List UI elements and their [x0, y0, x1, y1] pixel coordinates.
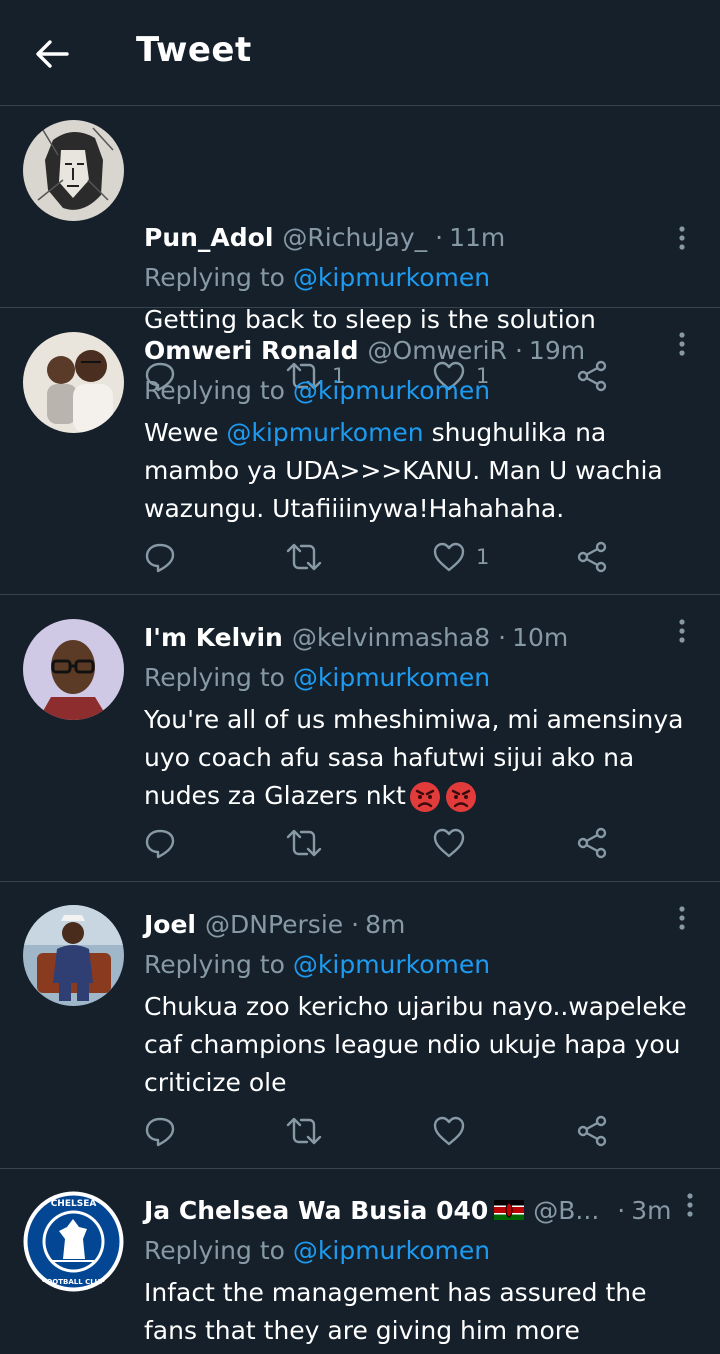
replying-to: Replying to @kipmurkomen — [144, 370, 700, 412]
kenya-flag-icon — [494, 1200, 525, 1220]
replying-to: Replying to @kipmurkomen — [144, 944, 700, 986]
mention-link[interactable]: @kipmurkomen — [226, 418, 423, 447]
more-options-icon[interactable] — [672, 904, 692, 934]
like-count: 1 — [476, 545, 490, 569]
more-options-icon[interactable] — [672, 330, 692, 360]
angry-face-emoji-icon — [409, 782, 440, 812]
like-button[interactable] — [432, 823, 466, 863]
tweet[interactable]: Pun_Adol @RichuJay_ · 11m Replying to @k… — [0, 106, 720, 392]
retweet-icon — [286, 829, 322, 857]
replying-to: Replying to @kipmurkomen — [144, 657, 700, 699]
heart-icon — [433, 542, 465, 572]
reply-icon — [145, 543, 175, 573]
replying-to-label: Replying to — [144, 1236, 285, 1265]
tweet-text: Chukua zoo kericho ujaribu nayo..wapelek… — [144, 992, 687, 1097]
like-button[interactable] — [432, 1111, 466, 1151]
user-handle[interactable]: @B... — [533, 1196, 599, 1225]
tweet-header: Pun_Adol @RichuJay_ · 11m — [144, 217, 700, 257]
separator: · — [351, 909, 360, 939]
share-icon — [577, 827, 607, 859]
back-arrow-icon[interactable] — [30, 34, 74, 74]
heart-icon — [433, 828, 465, 858]
avatar[interactable] — [23, 120, 124, 221]
reply-icon — [145, 1117, 175, 1147]
retweet-button[interactable] — [286, 1111, 322, 1151]
like-button[interactable]: 1 — [432, 537, 489, 577]
reply-button[interactable] — [144, 537, 176, 577]
badge-text-bottom: FOOTBALL CLUB — [42, 1278, 106, 1286]
tweet-header: Ja Chelsea Wa Busia 040 @B... · 3m — [144, 1190, 700, 1230]
tweet-actions — [144, 1111, 624, 1151]
retweet-icon — [286, 543, 322, 571]
tweet-header: I'm Kelvin @kelvinmasha8 · 10m — [144, 617, 700, 657]
page-title: Tweet — [136, 30, 252, 70]
user-handle[interactable]: @OmweriR — [368, 336, 507, 365]
avatar[interactable]: CHELSEA FOOTBALL CLUB — [23, 1191, 124, 1292]
avatar[interactable] — [23, 619, 124, 720]
avatar[interactable] — [23, 332, 124, 433]
tweet-text-start: Wewe — [144, 418, 227, 447]
timestamp[interactable]: 3m — [631, 1196, 671, 1225]
timestamp[interactable]: 8m — [365, 910, 405, 939]
display-name[interactable]: Joel — [144, 910, 196, 939]
replying-to-mention[interactable]: @kipmurkomen — [293, 263, 490, 292]
display-name[interactable]: Ja Chelsea Wa Busia 040 — [144, 1196, 488, 1225]
reply-icon — [145, 829, 175, 859]
top-app-bar: Tweet — [0, 0, 720, 106]
tweet-actions — [144, 823, 624, 863]
more-options-icon[interactable] — [672, 224, 692, 254]
display-name[interactable]: Omweri Ronald — [144, 336, 359, 365]
angry-face-emoji-icon — [445, 782, 476, 812]
tweet[interactable]: I'm Kelvin @kelvinmasha8 · 10m Replying … — [0, 595, 720, 882]
timestamp[interactable]: 11m — [449, 223, 505, 252]
tweet-text: Wewe @kipmurkomen shughulika na mambo ya… — [144, 414, 700, 528]
replying-to-mention[interactable]: @kipmurkomen — [293, 376, 490, 405]
tweet-actions: 1 — [144, 537, 624, 577]
badge-text-top: CHELSEA — [51, 1199, 97, 1209]
user-handle[interactable]: @DNPersie — [205, 910, 343, 939]
user-handle[interactable]: @RichuJay_ — [282, 223, 427, 252]
share-icon — [577, 1115, 607, 1147]
tweet-header: Omweri Ronald @OmweriR · 19m — [144, 330, 700, 370]
display-name[interactable]: Pun_Adol — [144, 223, 273, 252]
separator: · — [514, 335, 523, 365]
retweet-icon — [286, 1117, 322, 1145]
share-button[interactable] — [576, 537, 608, 577]
tweet-header: Joel @DNPersie · 8m — [144, 904, 700, 944]
replying-to-label: Replying to — [144, 376, 285, 405]
separator: · — [435, 222, 444, 252]
tweet[interactable]: Omweri Ronald @OmweriR · 19m Replying to… — [0, 308, 720, 595]
more-options-icon[interactable] — [672, 617, 692, 647]
user-handle[interactable]: @kelvinmasha8 — [292, 623, 490, 652]
share-button[interactable] — [576, 1111, 608, 1151]
tweet-text: Infact the management has assured the fa… — [144, 1278, 647, 1345]
share-icon — [577, 541, 607, 573]
separator: · — [617, 1195, 626, 1225]
timestamp[interactable]: 19m — [529, 336, 585, 365]
tweet[interactable]: CHELSEA FOOTBALL CLUB Ja Chelsea Wa Busi… — [0, 1169, 720, 1354]
share-button[interactable] — [576, 823, 608, 863]
reply-button[interactable] — [144, 1111, 176, 1151]
replying-to: Replying to @kipmurkomen — [144, 257, 700, 299]
replying-to-label: Replying to — [144, 950, 285, 979]
avatar[interactable] — [23, 905, 124, 1006]
separator: · — [498, 622, 507, 652]
replying-to-mention[interactable]: @kipmurkomen — [293, 1236, 490, 1265]
reply-button[interactable] — [144, 823, 176, 863]
replying-to: Replying to @kipmurkomen — [144, 1230, 700, 1272]
replying-to-label: Replying to — [144, 663, 285, 692]
tweet[interactable]: Joel @DNPersie · 8m Replying to @kipmurk… — [0, 882, 720, 1169]
replying-to-label: Replying to — [144, 263, 285, 292]
heart-icon — [433, 1116, 465, 1146]
replying-to-mention[interactable]: @kipmurkomen — [293, 950, 490, 979]
tweet-text: You're all of us mheshimiwa, mi amensiny… — [144, 701, 700, 815]
retweet-button[interactable] — [286, 823, 322, 863]
replying-to-mention[interactable]: @kipmurkomen — [293, 663, 490, 692]
display-name[interactable]: I'm Kelvin — [144, 623, 283, 652]
more-options-icon[interactable] — [680, 1191, 700, 1221]
retweet-button[interactable] — [286, 537, 332, 577]
timestamp[interactable]: 10m — [512, 623, 568, 652]
